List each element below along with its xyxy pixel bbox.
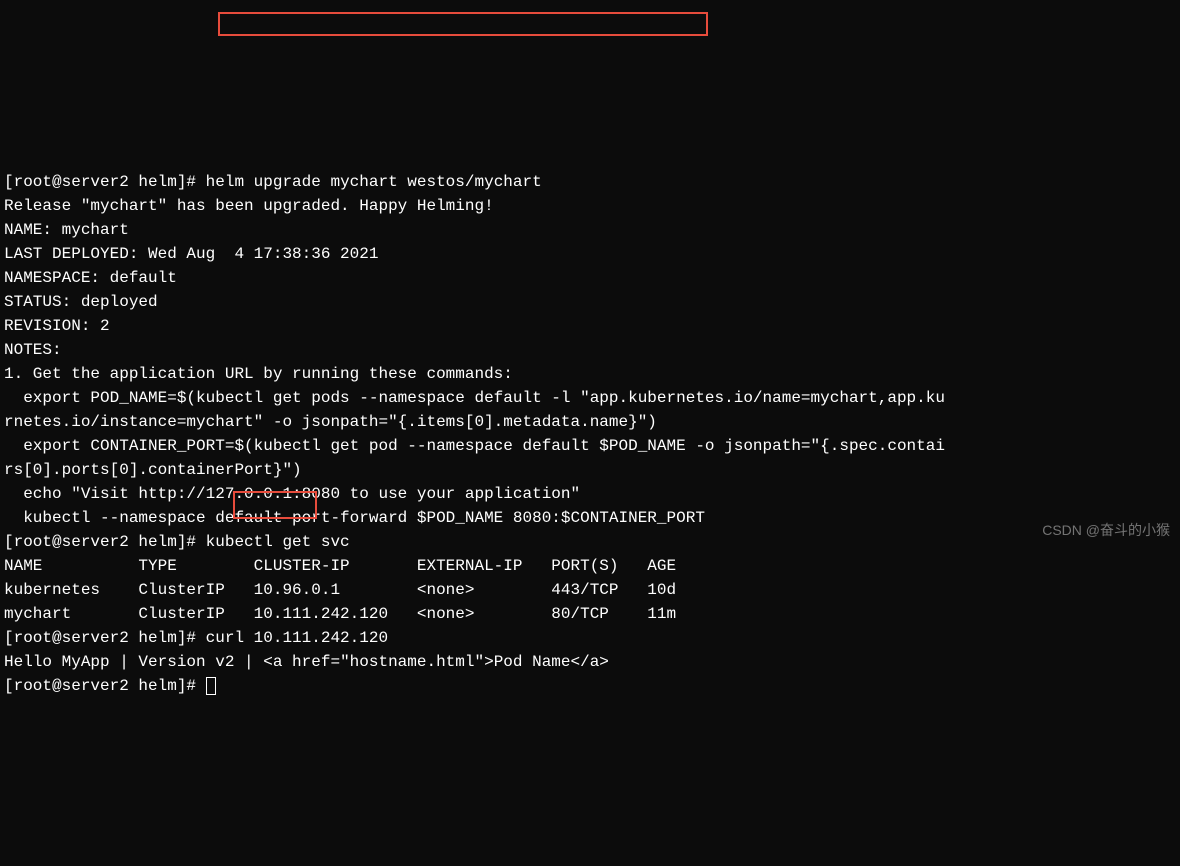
output-line: kubectl --namespace default port-forward… [4, 509, 705, 527]
curl-output: Hello MyApp | Version [4, 653, 206, 671]
output-line: rnetes.io/instance=mychart" -o jsonpath=… [4, 413, 657, 431]
output-line: Release "mychart" has been upgraded. Hap… [4, 197, 494, 215]
cursor[interactable] [206, 677, 216, 695]
output-line: STATUS: deployed [4, 293, 158, 311]
output-line: 1. Get the application URL by running th… [4, 365, 513, 383]
output-line: export CONTAINER_PORT=$(kubectl get pod … [4, 437, 945, 455]
svc-table-row: mychart ClusterIP 10.111.242.120 <none> … [4, 605, 676, 623]
svc-table-header: NAME TYPE CLUSTER-IP EXTERNAL-IP PORT(S)… [4, 557, 676, 575]
output-line: [root@server2 helm]# kubectl get svc [4, 533, 350, 551]
output-line: REVISION: 2 [4, 317, 110, 335]
output-line: export POD_NAME=$(kubectl get pods --nam… [4, 389, 945, 407]
terminal-output[interactable]: [root@server2 helm]# helm upgrade mychar… [4, 170, 1176, 698]
prompt: [root@server2 helm]# [4, 677, 206, 695]
watermark: CSDN @奋斗的小猴 [1042, 520, 1170, 541]
curl-output-link: | <a href="hostname.html">Pod Name</a> [244, 653, 609, 671]
version-value: v2 [206, 653, 244, 671]
highlight-box-version [233, 491, 317, 519]
output-line: NAME: mychart [4, 221, 129, 239]
output-line: rs[0].ports[0].containerPort}") [4, 461, 302, 479]
svc-table-row: kubernetes ClusterIP 10.96.0.1 <none> 44… [4, 581, 676, 599]
highlight-box-command [218, 12, 708, 36]
command-helm-upgrade: helm upgrade mychart westos/mychart [206, 173, 542, 191]
output-line: NAMESPACE: default [4, 269, 177, 287]
prompt: [root@server2 helm]# [4, 173, 206, 191]
output-line: NOTES: [4, 341, 62, 359]
output-line: [root@server2 helm]# curl 10.111.242.120 [4, 629, 388, 647]
output-line: LAST DEPLOYED: Wed Aug 4 17:38:36 2021 [4, 245, 378, 263]
